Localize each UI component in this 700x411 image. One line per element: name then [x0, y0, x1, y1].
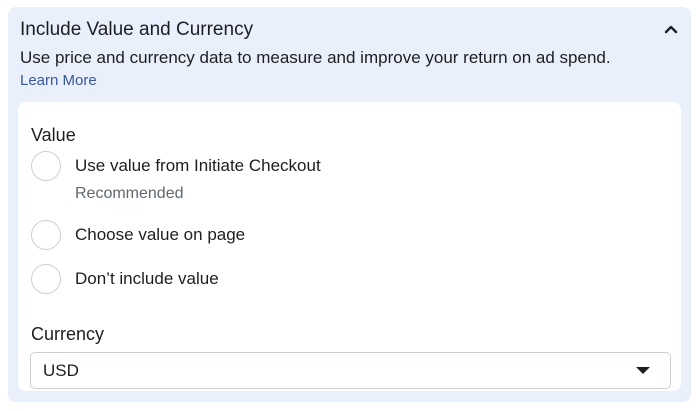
radio-button[interactable] [31, 220, 61, 250]
recommended-label: Recommended [75, 185, 184, 202]
radio-option-label: Don’t include value [75, 269, 219, 288]
radio-option-initiate-checkout[interactable]: Use value from Initiate Checkout Recomme… [31, 151, 321, 204]
currency-select[interactable]: USD [30, 352, 671, 389]
chevron-up-icon[interactable] [663, 21, 679, 37]
settings-card: Value Use value from Initiate Checkout R… [18, 102, 681, 391]
section-description: Use price and currency data to measure a… [20, 48, 611, 67]
currency-selected-value: USD [43, 361, 79, 380]
include-value-currency-panel: Include Value and Currency Use price and… [8, 7, 691, 402]
value-label: Value [31, 125, 76, 145]
radio-button[interactable] [31, 264, 61, 294]
radio-button[interactable] [31, 151, 61, 181]
caret-down-icon[interactable] [636, 367, 650, 374]
learn-more-link[interactable]: Learn More [20, 71, 97, 91]
currency-label: Currency [31, 324, 105, 344]
radio-option-label: Choose value on page [75, 225, 246, 244]
section-title: Include Value and Currency [20, 19, 254, 40]
radio-option-label: Use value from Initiate Checkout [75, 156, 321, 175]
radio-option-choose-on-page[interactable]: Choose value on page [31, 220, 245, 250]
radio-option-dont-include[interactable]: Don’t include value [31, 264, 219, 294]
